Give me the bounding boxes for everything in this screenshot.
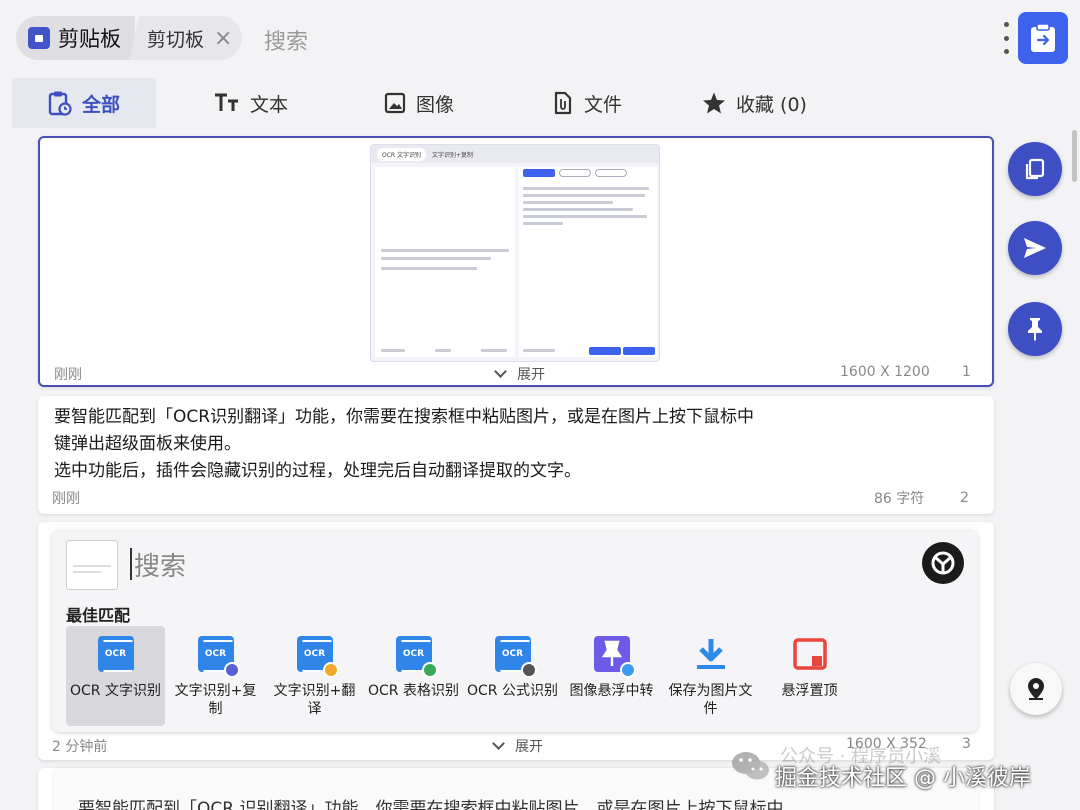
location-pin-icon (1028, 678, 1044, 700)
action-ocr-text: OCR OCR 文字识别 (66, 626, 165, 726)
clip-text: 要智能匹配到「OCR 识别翻译」功能，你需要在搜索框中粘贴图片，或是在图片上按下… (78, 799, 784, 810)
tab-image-label: 图像 (416, 93, 455, 116)
scrollbar-thumb[interactable] (1072, 130, 1077, 182)
ocr-copy-icon: OCR (197, 636, 240, 678)
tab-favorites[interactable]: 收藏 (0) (702, 78, 807, 128)
download-icon (693, 636, 729, 672)
clip-item-image[interactable]: OCR 文字识别 文字识别+复制 刚刚 展开 1600 X 1200 1 (38, 136, 994, 387)
clip-text-line: 要智能匹配到「OCR识别翻译」功能，你需要在搜索框中粘贴图片，或是在图片上按下鼠… (54, 407, 755, 427)
clip-item-text[interactable]: 要智能匹配到「OCR识别翻译」功能，你需要在搜索框中粘贴图片，或是在图片上按下鼠… (38, 396, 994, 514)
action-ocr-copy: OCR 文字识别+复制 (166, 626, 265, 726)
close-icon[interactable]: × (214, 26, 232, 51)
pasted-image-thumb (66, 540, 118, 590)
action-pin-image: 图像悬浮中转 (562, 626, 661, 726)
more-menu-icon[interactable] (1001, 22, 1011, 54)
best-match-heading: 最佳匹配 (66, 606, 131, 625)
item-time: 刚刚 (54, 367, 82, 383)
chevron-down-icon (492, 737, 505, 750)
chevron-down-icon (494, 365, 507, 378)
item-index: 3 (962, 736, 971, 752)
action-float-top: 悬浮置顶 (760, 626, 859, 726)
send-button[interactable] (1008, 221, 1062, 275)
tab-text-label: 文本 (250, 93, 289, 116)
image-icon (384, 92, 406, 114)
file-icon (554, 91, 572, 115)
item-index: 1 (962, 364, 971, 380)
action-label: 图像悬浮中转 (569, 683, 654, 699)
tab-favorites-label: 收藏 (0) (736, 93, 807, 116)
expand-button[interactable]: 展开 (494, 364, 545, 384)
action-ocr-table: OCR OCR 表格识别 (364, 626, 463, 726)
clipboard-chip[interactable]: 剪贴板 (16, 16, 135, 60)
thumb-tab-ocr: OCR 文字识别 (377, 147, 426, 161)
wechat-icon (732, 752, 769, 780)
item-time: 2 分钟前 (52, 739, 108, 755)
clip-text-line: 键弹出超级面板来使用。 (54, 434, 241, 454)
clipboard-switcher: 剪贴板 剪切板 × (16, 16, 243, 60)
action-label: 保存为图片文件 (668, 683, 753, 717)
action-label: OCR 表格识别 (368, 683, 459, 699)
star-icon (703, 92, 725, 114)
ocr-formula-icon: OCR (494, 636, 537, 678)
tab-file-label: 文件 (584, 93, 623, 116)
clip-item-panel-image[interactable]: 搜索 最佳匹配 OCR OCR 文字识别 OCR 文字识别+复制 OCR 文字识… (38, 522, 994, 760)
tab-all[interactable]: 全部 (12, 78, 156, 128)
screenshot-thumbnail: OCR 文字识别 文字识别+复制 (370, 144, 660, 362)
panel-search-input: 搜索 (134, 552, 187, 582)
watermark-text: 掘金技术社区 @ 小溪彼岸 (775, 766, 1031, 791)
clip-text-line: 选中功能后，插件会隐藏识别的过程，处理完后自动翻译提取的文字。 (54, 461, 581, 481)
ocr-translate-icon: OCR (296, 636, 339, 678)
action-ocr-formula: OCR OCR 公式识别 (463, 626, 562, 726)
action-label: OCR 文字识别 (70, 683, 161, 699)
search-input[interactable]: 搜索 (264, 24, 308, 56)
pin-image-icon (593, 636, 636, 678)
tab-text[interactable]: 文本 (214, 78, 288, 128)
action-label: OCR 公式识别 (467, 683, 558, 699)
float-top-icon (792, 636, 828, 672)
item-time: 刚刚 (52, 491, 80, 507)
cut-board-chip-label: 剪切板 (147, 28, 205, 51)
char-count: 86 字符 (874, 491, 925, 507)
action-label: 文字识别+翻译 (273, 683, 356, 717)
action-label: 文字识别+复制 (174, 683, 257, 717)
clip-text: 要智能匹配到「OCR识别翻译」功能，你需要在搜索框中粘贴图片，或是在图片上按下鼠… (54, 404, 754, 485)
clipboard-icon (28, 27, 50, 49)
ocr-icon: OCR (97, 636, 134, 672)
clipboard-chip-label: 剪贴板 (58, 27, 121, 51)
top-bar: 剪贴板 剪切板 × 搜索 (0, 0, 1080, 76)
app-logo-icon (922, 542, 964, 584)
clipboard-clock-icon (48, 91, 72, 116)
tab-image[interactable]: 图像 (384, 78, 454, 128)
action-ocr-translate: OCR 文字识别+翻译 (265, 626, 364, 726)
item-index: 2 (960, 490, 969, 506)
pin-icon (1028, 318, 1042, 341)
expand-button[interactable]: 展开 (492, 736, 543, 756)
image-dimensions: 1600 X 1200 (840, 364, 930, 380)
tab-all-label: 全部 (82, 93, 121, 116)
action-label: 悬浮置顶 (781, 683, 838, 699)
paste-button[interactable] (1018, 12, 1068, 64)
thumb-tab-copy: 文字识别+复制 (432, 151, 474, 159)
send-icon (1024, 238, 1046, 258)
location-button[interactable] (1010, 663, 1062, 715)
cut-board-chip[interactable]: 剪切板 × (129, 16, 243, 60)
action-save-image: 保存为图片文件 (661, 626, 760, 726)
copy-button[interactable] (1008, 142, 1062, 196)
category-tabs: 全部 文本 图像 文件 收藏 (0) (0, 78, 1080, 128)
ocr-table-icon: OCR (395, 636, 438, 678)
expand-label: 展开 (517, 367, 545, 383)
pin-button[interactable] (1008, 302, 1062, 356)
tab-file[interactable]: 文件 (552, 78, 622, 128)
clipboard-paste-icon (1031, 23, 1055, 52)
text-icon (215, 93, 238, 111)
super-panel-preview: 搜索 最佳匹配 OCR OCR 文字识别 OCR 文字识别+复制 OCR 文字识… (52, 530, 978, 732)
copy-icon (1025, 158, 1045, 180)
expand-label: 展开 (515, 739, 543, 755)
